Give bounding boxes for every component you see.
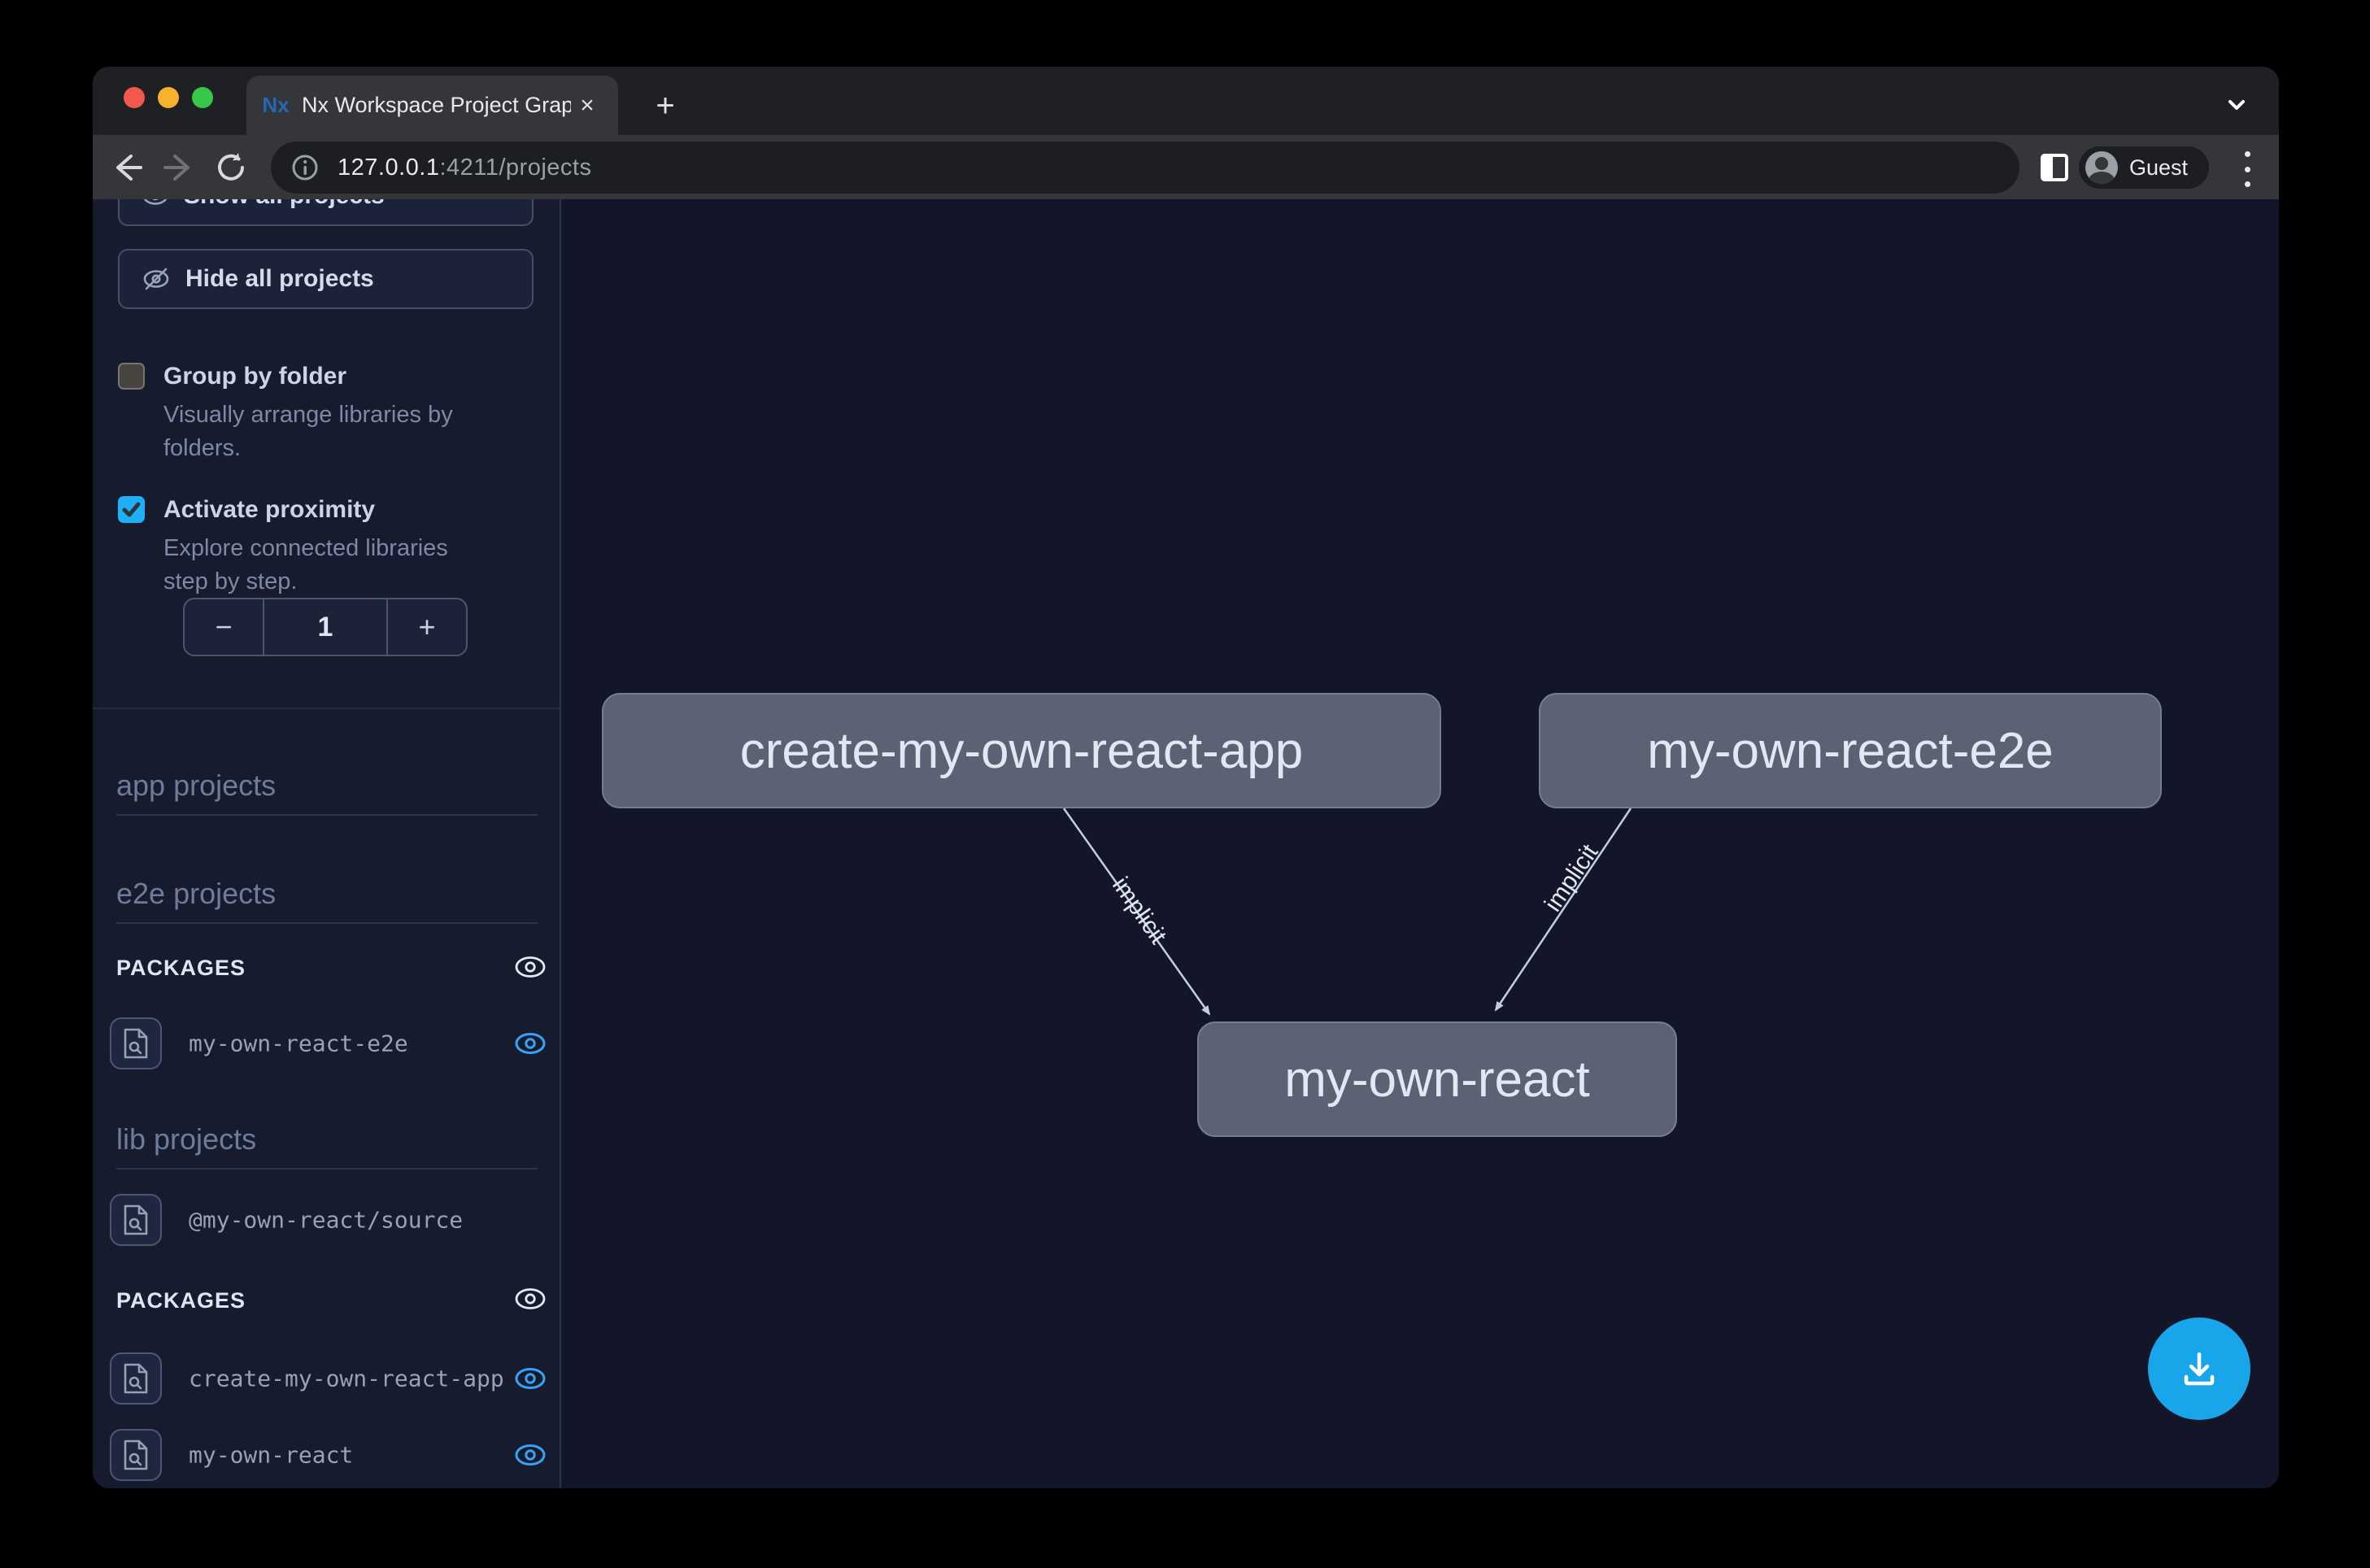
reload-icon[interactable] [213,150,249,185]
proximity-depth-stepper: − 1 + [183,598,468,656]
section-e2e-projects: e2e projects [116,877,538,924]
project-item-label[interactable]: my-own-react [189,1442,353,1469]
graph-edges: implicit implicit [561,199,2279,1488]
group-by-folder-checkbox[interactable] [118,363,145,390]
activate-proximity-desc: Explore connected libraries step by step… [163,532,489,599]
node-label: create-my-own-react-app [740,722,1304,780]
browser-menu-icon[interactable] [2243,151,2251,187]
sidebar: Show all projects Hide all projects Grou… [93,199,561,1488]
activate-proximity-checkbox[interactable] [118,496,145,523]
back-icon[interactable] [108,150,144,185]
file-search-icon [121,1362,150,1395]
show-all-projects-button[interactable]: Show all projects [118,199,534,226]
project-eye-icon[interactable] [513,1361,547,1396]
packages-lib-eye-icon[interactable] [513,1282,547,1316]
graph-node-my-own-react-e2e[interactable]: my-own-react-e2e [1539,693,2162,808]
download-graph-button[interactable] [2148,1318,2250,1420]
hide-all-projects-label: Hide all projects [185,265,374,293]
url-bar[interactable]: 127.0.0.1:4211/projects [271,142,2019,194]
node-label: my-own-react-e2e [1647,722,2054,780]
url-text: 127.0.0.1:4211/projects [338,155,591,181]
focus-project-button[interactable] [110,1194,162,1246]
forward-icon[interactable] [162,150,198,185]
packages-e2e-eye-icon[interactable] [513,950,547,984]
activate-proximity-label: Activate proximity [163,496,375,524]
minimize-window-button[interactable] [158,87,179,108]
profile-label: Guest [2129,155,2188,181]
edge-label: implicit [1540,839,1604,917]
project-eye-icon[interactable] [513,1026,547,1061]
stepper-decrement-button[interactable]: − [185,599,264,655]
file-search-icon [121,1204,150,1236]
stepper-increment-button[interactable]: + [388,599,466,655]
nx-favicon-icon: Nx [261,91,290,120]
browser-tab[interactable]: Nx Nx Workspace Project Graph × [246,76,618,135]
file-search-icon [121,1027,150,1060]
download-icon [2176,1346,2222,1392]
group-by-folder-desc: Visually arrange libraries by folders. [163,399,489,465]
section-lib-projects: lib projects [116,1122,538,1169]
url-host: 127.0.0.1 [338,155,439,181]
project-item-label[interactable]: create-my-own-react-app [189,1365,504,1392]
side-panel-icon[interactable] [2040,153,2069,182]
tab-title: Nx Workspace Project Graph [302,93,571,118]
eye-icon [142,199,169,210]
show-all-projects-label: Show all projects [184,199,385,210]
url-path: :4211/projects [439,155,591,181]
site-info-icon[interactable] [290,153,320,182]
group-by-folder-row: Group by folder Visually arrange librari… [118,363,541,485]
browser-window: Nx Nx Workspace Project Graph × + 127.0 [93,67,2279,1488]
section-app-projects: app projects [116,769,538,816]
group-by-folder-label: Group by folder [163,363,346,390]
sidebar-divider [93,708,561,709]
graph-node-create-my-own-react-app[interactable]: create-my-own-react-app [602,693,1441,808]
avatar [2085,151,2118,184]
profile-button[interactable]: Guest [2079,146,2209,189]
packages-heading-lib: PACKAGES [116,1288,246,1313]
tab-strip: Nx Nx Workspace Project Graph × + [93,67,2279,135]
hide-all-projects-button[interactable]: Hide all projects [118,249,534,309]
edge-label: implicit [1107,873,1172,950]
packages-heading-e2e: PACKAGES [116,956,246,981]
close-window-button[interactable] [124,87,145,108]
zoom-window-button[interactable] [192,87,213,108]
focus-project-button[interactable] [110,1429,162,1481]
chevron-down-icon[interactable] [2220,88,2253,120]
project-eye-icon[interactable] [513,1438,547,1472]
project-item-label[interactable]: @my-own-react/source [189,1207,463,1234]
browser-toolbar: 127.0.0.1:4211/projects Guest [93,135,2279,199]
graph-node-my-own-react[interactable]: my-own-react [1197,1021,1677,1137]
focus-project-button[interactable] [110,1017,162,1069]
project-graph-canvas[interactable]: implicit implicit create-my-own-react-ap… [561,199,2279,1488]
new-tab-button[interactable]: + [647,89,683,125]
stepper-value: 1 [264,599,388,655]
close-tab-icon[interactable]: × [571,89,603,122]
node-label: my-own-react [1284,1051,1590,1108]
file-search-icon [121,1439,150,1471]
checkmark-icon [118,496,145,523]
project-item-label[interactable]: my-own-react-e2e [189,1030,408,1057]
page-content: Show all projects Hide all projects Grou… [93,199,2279,1488]
focus-project-button[interactable] [110,1352,162,1405]
eye-off-icon [142,264,171,294]
